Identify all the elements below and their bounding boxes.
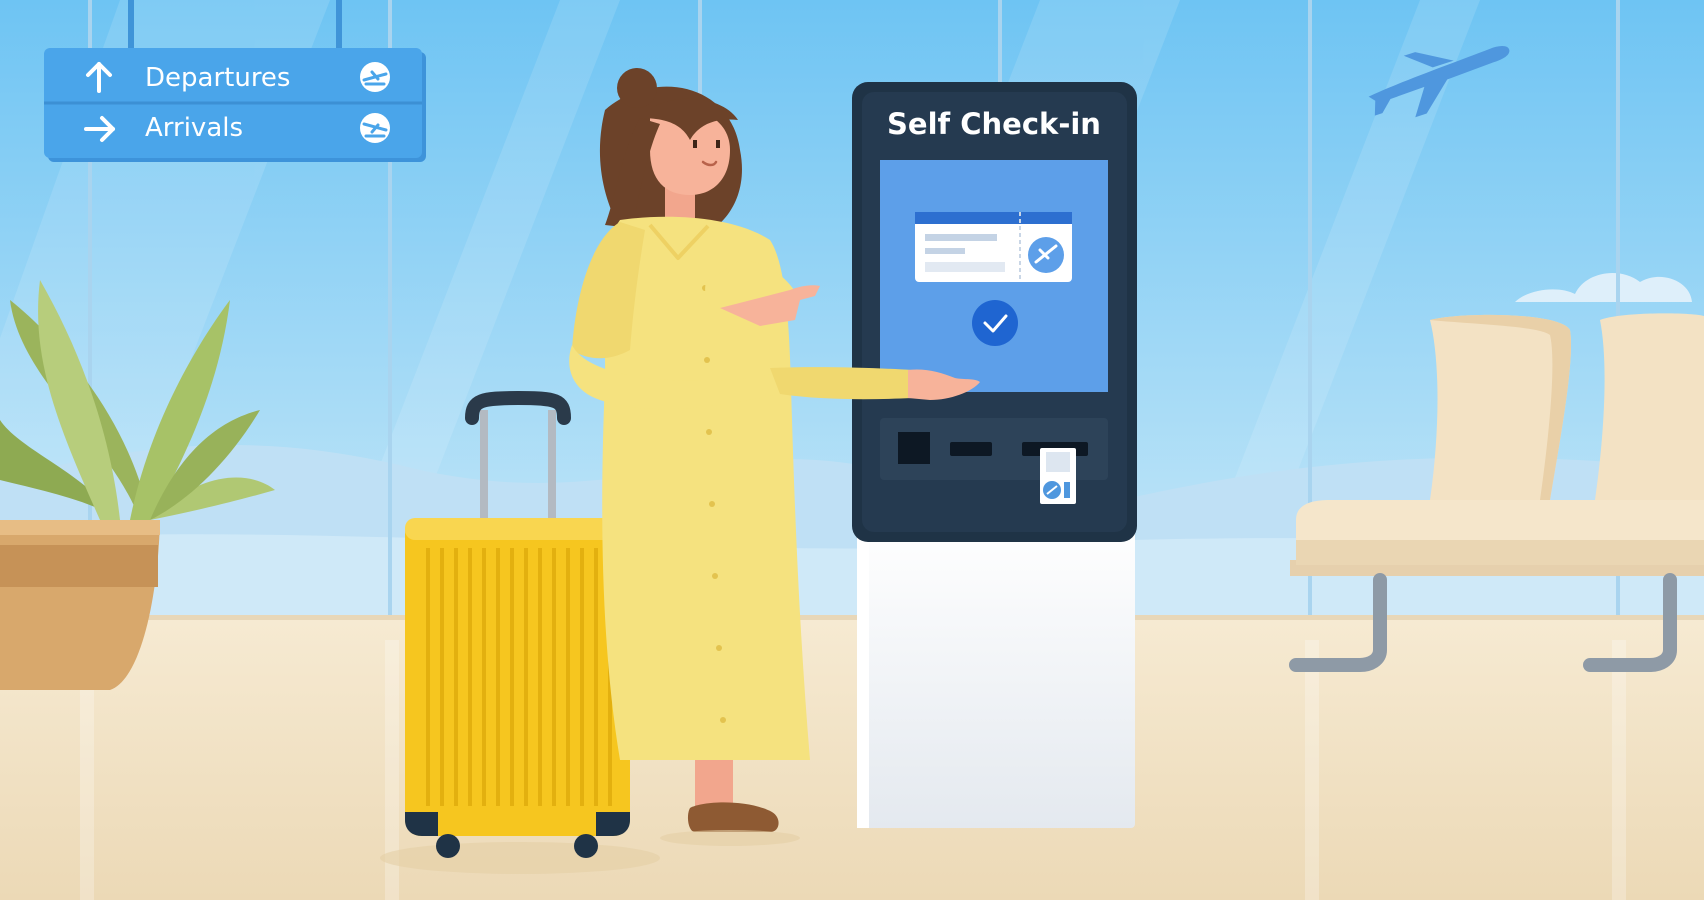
printed-ticket [1040,448,1076,504]
floor [0,620,1704,900]
boarding-pass-icon [915,212,1072,282]
departures-plane-icon [360,62,390,92]
airport-illustration: Departures Arrivals Self Check-in [0,0,1704,900]
kiosk-title: Self Check-in [887,107,1101,141]
departures-label: Departures [145,63,290,93]
kiosk-stand [857,520,1135,828]
kiosk: Self Check-in [852,82,1137,828]
scene-svg: Departures Arrivals Self Check-in [0,0,1704,900]
arrivals-label: Arrivals [145,113,243,143]
card-slot [950,442,992,456]
checkmark-icon [972,300,1018,346]
arrivals-plane-icon [360,113,390,143]
card-reader [898,432,930,464]
